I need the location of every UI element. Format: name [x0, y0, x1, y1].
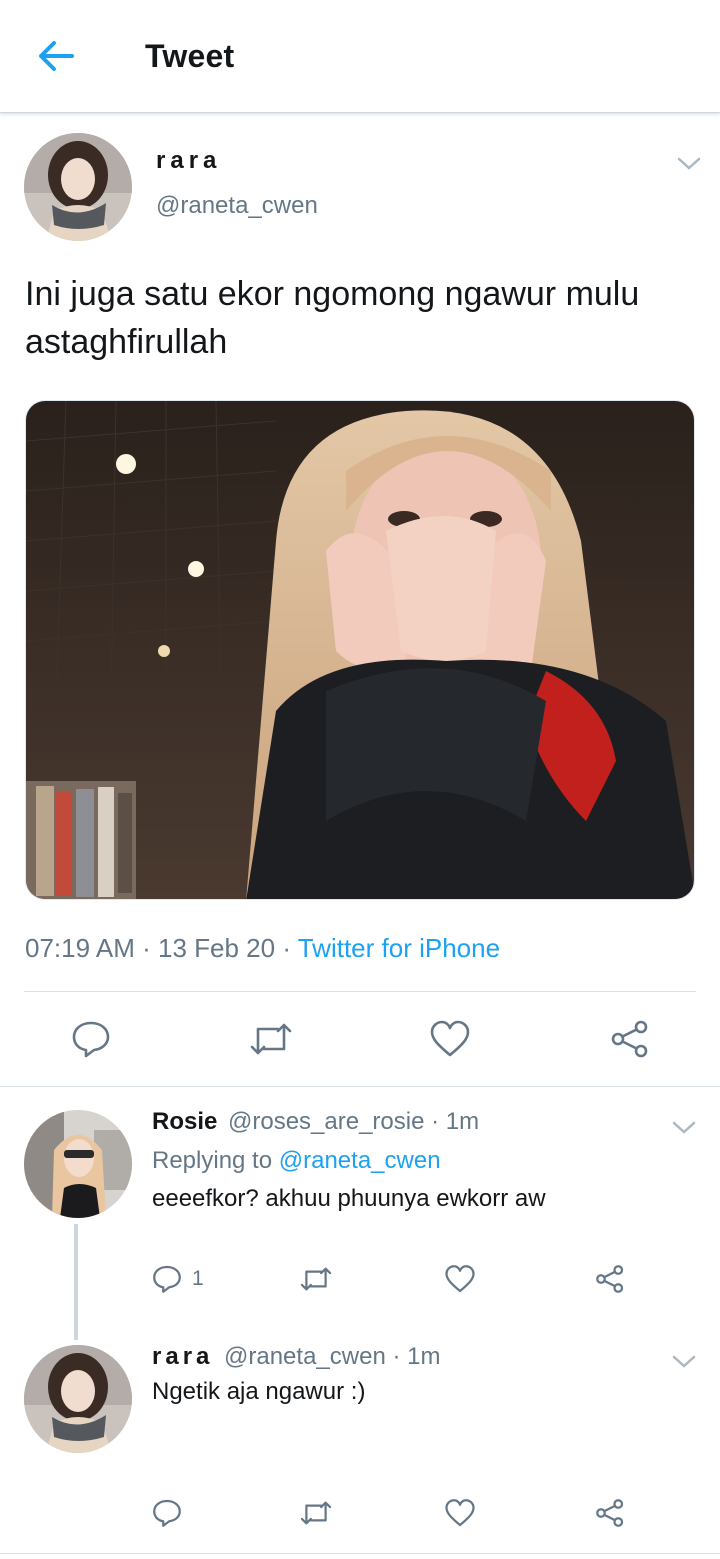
share-icon [611, 1020, 648, 1058]
tweet-menu-button[interactable] [676, 156, 702, 172]
share-icon [596, 1265, 624, 1293]
retweet-button[interactable] [248, 1019, 294, 1059]
back-button[interactable] [34, 36, 78, 76]
reply-button[interactable]: 1 [152, 1264, 204, 1294]
chevron-down-icon [672, 1355, 696, 1368]
reply-menu-button[interactable] [671, 1354, 697, 1370]
reply-count: 1 [192, 1267, 204, 1290]
chevron-down-icon [672, 1121, 696, 1134]
reply-icon [72, 1021, 110, 1058]
tweet-time: 07:19 AM [25, 933, 135, 963]
heart-icon [445, 1265, 475, 1293]
reply-author-handle[interactable]: @raneta_cwen [224, 1343, 386, 1370]
replying-to: Replying to @raneta_cwen [152, 1147, 441, 1175]
reply-text: Ngetik aja ngawur :) [152, 1378, 366, 1405]
reply-menu-button[interactable] [671, 1120, 697, 1136]
tweet-text: Ini juga satu ekor ngomong ngawur mulu a… [25, 275, 640, 361]
reply-icon [153, 1499, 181, 1527]
reply-text: eeeefkor? akhuu phuunya ewkorr aw [152, 1185, 546, 1212]
share-button[interactable] [595, 1264, 625, 1294]
share-button[interactable] [595, 1498, 625, 1528]
avatar[interactable] [24, 1345, 132, 1453]
like-button[interactable] [430, 1019, 470, 1059]
reply-author-name[interactable]: rara [152, 1343, 213, 1371]
thread-connector [74, 1224, 78, 1340]
retweet-button[interactable] [299, 1264, 333, 1294]
retweet-icon [250, 1023, 292, 1055]
reply-author-handle[interactable]: @roses_are_rosie [228, 1108, 424, 1135]
tweet-meta: 07:19 AM · 13 Feb 20 · Twitter for iPhon… [25, 933, 501, 963]
retweet-icon [300, 1501, 332, 1525]
tweet-date: 13 Feb 20 [157, 933, 276, 963]
reply-button[interactable] [152, 1498, 182, 1528]
tweet-author-name[interactable]: rara [156, 147, 221, 175]
top-app-bar: Tweet [0, 0, 720, 113]
divider [0, 1553, 720, 1554]
replying-to-prefix: Replying to [152, 1147, 279, 1174]
replying-to-link[interactable]: @raneta_cwen [279, 1147, 441, 1174]
divider [24, 991, 696, 992]
like-button[interactable] [445, 1264, 475, 1294]
reply-button[interactable] [71, 1019, 111, 1059]
reply-meta: @roses_are_rosie · 1m [228, 1108, 480, 1135]
page-title: Tweet [145, 38, 235, 74]
like-button[interactable] [445, 1498, 475, 1528]
retweet-button[interactable] [299, 1498, 333, 1528]
tweet-author-handle[interactable]: @raneta_cwen [156, 192, 318, 220]
share-button[interactable] [610, 1019, 650, 1059]
retweet-icon [300, 1267, 332, 1291]
reply-icon [153, 1265, 181, 1293]
reply-author-name[interactable]: Rosie [152, 1108, 217, 1136]
heart-icon [430, 1020, 470, 1057]
tweet-source-link[interactable]: Twitter for iPhone [298, 933, 500, 963]
tweet-photo[interactable] [25, 400, 695, 900]
reply-time: 1m [445, 1108, 480, 1135]
avatar[interactable] [24, 1110, 132, 1218]
heart-icon [445, 1499, 475, 1527]
reply-time: 1m [407, 1343, 441, 1370]
reply-meta: @raneta_cwen · 1m [224, 1343, 441, 1370]
arrow-left-icon [39, 41, 74, 71]
share-icon [596, 1499, 624, 1527]
avatar[interactable] [24, 133, 132, 241]
divider [0, 1086, 720, 1087]
chevron-down-icon [677, 157, 701, 170]
